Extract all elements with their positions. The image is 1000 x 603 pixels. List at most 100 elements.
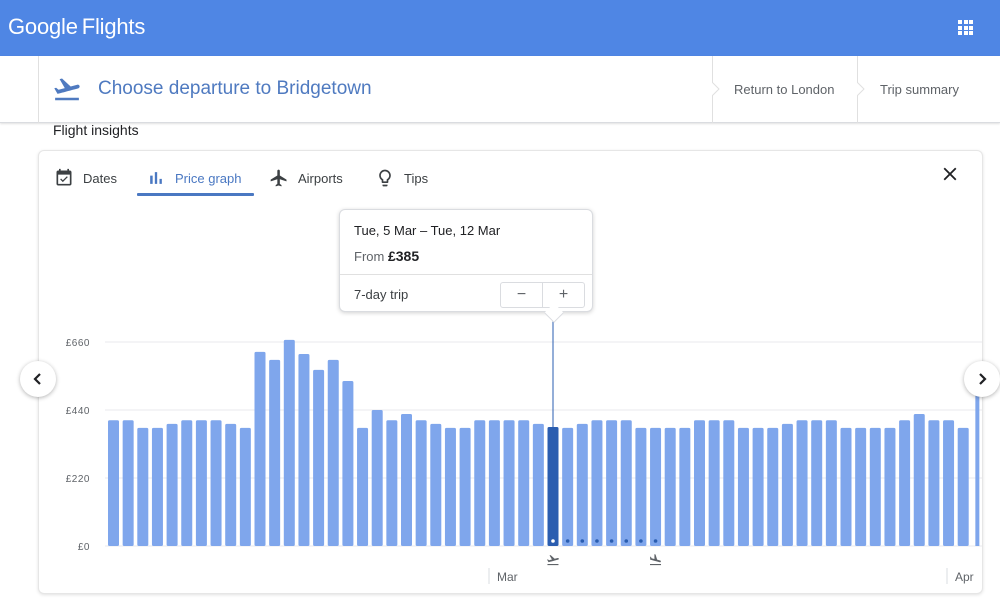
flight-takeoff-icon bbox=[54, 78, 80, 101]
tab-airports-label: Airports bbox=[298, 170, 343, 186]
price-bar[interactable] bbox=[591, 420, 603, 546]
price-bar[interactable] bbox=[975, 394, 980, 546]
price-bar[interactable] bbox=[327, 359, 339, 546]
logo-flights-text: Flights bbox=[81, 14, 146, 39]
price-bar[interactable] bbox=[752, 427, 764, 546]
price-bar[interactable] bbox=[210, 420, 222, 546]
chevron-left-icon bbox=[33, 373, 41, 385]
step-trip-summary[interactable]: Trip summary bbox=[857, 56, 1000, 123]
price-bar[interactable] bbox=[781, 423, 793, 546]
price-bar[interactable] bbox=[679, 427, 691, 546]
price-bar[interactable] bbox=[635, 427, 647, 546]
step-divider bbox=[38, 56, 39, 123]
trip-length-stepper: − + bbox=[500, 282, 585, 308]
tab-dates[interactable]: Dates bbox=[54, 161, 117, 195]
price-bar[interactable] bbox=[811, 420, 823, 546]
price-bar[interactable] bbox=[357, 427, 369, 546]
bar-chart-icon bbox=[150, 172, 162, 184]
price-bar[interactable] bbox=[723, 420, 735, 546]
price-bar[interactable] bbox=[401, 414, 412, 546]
booking-steps-bar: Choose departure to Bridgetown Return to… bbox=[0, 56, 1000, 123]
logo-google-text: Google bbox=[8, 14, 78, 39]
price-tooltip: Tue, 5 Mar – Tue, 12 Mar From £385 7-day… bbox=[339, 209, 593, 323]
price-bar[interactable] bbox=[430, 423, 442, 546]
price-bar-selected[interactable] bbox=[547, 427, 559, 546]
price-bar[interactable] bbox=[825, 420, 837, 546]
apps-grid-icon[interactable] bbox=[958, 20, 973, 35]
price-bar[interactable] bbox=[181, 420, 193, 546]
price-bar[interactable] bbox=[737, 427, 749, 546]
price-bar[interactable] bbox=[444, 427, 456, 546]
tab-dates-label: Dates bbox=[83, 170, 117, 186]
price-bar[interactable] bbox=[239, 427, 251, 546]
lightbulb-icon bbox=[379, 169, 391, 187]
price-bar[interactable] bbox=[650, 427, 662, 546]
tooltip-divider bbox=[340, 274, 592, 275]
tooltip-dates: Tue, 5 Mar – Tue, 12 Mar bbox=[354, 223, 501, 238]
price-bar[interactable] bbox=[869, 427, 881, 546]
price-bar[interactable] bbox=[884, 427, 896, 546]
tooltip-price-line: From £385 bbox=[354, 248, 419, 264]
price-bar[interactable] bbox=[518, 420, 530, 546]
price-bar[interactable] bbox=[122, 420, 134, 546]
price-bar[interactable] bbox=[488, 420, 500, 546]
price-bar[interactable] bbox=[957, 427, 969, 546]
tab-price-graph-label: Price graph bbox=[175, 170, 242, 186]
step-current-title: Choose departure to Bridgetown bbox=[98, 78, 372, 99]
calendar-check-icon bbox=[56, 168, 72, 186]
price-bar[interactable] bbox=[342, 380, 354, 546]
step-chevron-icon bbox=[857, 82, 865, 96]
price-bar[interactable] bbox=[928, 420, 940, 546]
google-flights-logo[interactable]: Google Flights bbox=[8, 14, 145, 40]
tooltip-from-label: From bbox=[354, 249, 385, 264]
next-dates-button[interactable] bbox=[964, 361, 1000, 397]
price-bar[interactable] bbox=[415, 420, 427, 546]
price-bar[interactable] bbox=[562, 427, 574, 546]
chevron-right-icon bbox=[979, 373, 987, 385]
price-bar[interactable] bbox=[855, 427, 867, 546]
close-icon bbox=[943, 167, 957, 181]
price-bar[interactable] bbox=[606, 420, 618, 546]
increase-trip-length-button[interactable]: + bbox=[543, 283, 584, 307]
price-bar[interactable] bbox=[913, 414, 925, 546]
price-bar[interactable] bbox=[269, 359, 281, 546]
price-bar[interactable] bbox=[386, 420, 398, 546]
tab-price-graph[interactable]: Price graph bbox=[146, 161, 241, 195]
price-bar[interactable] bbox=[137, 427, 149, 546]
close-insights-button[interactable] bbox=[939, 163, 961, 185]
decrease-trip-length-button[interactable]: − bbox=[501, 283, 543, 307]
price-bar[interactable] bbox=[796, 420, 808, 546]
price-bar[interactable] bbox=[371, 410, 383, 546]
price-bar[interactable] bbox=[283, 339, 295, 546]
price-bar[interactable] bbox=[151, 427, 163, 546]
previous-dates-button[interactable] bbox=[20, 361, 56, 397]
tab-airports[interactable]: Airports bbox=[269, 161, 343, 195]
price-bar[interactable] bbox=[459, 427, 471, 546]
price-bar[interactable] bbox=[708, 420, 720, 546]
insights-tabs: Dates Price graph Airports Tips bbox=[39, 151, 982, 197]
price-bar[interactable] bbox=[225, 423, 237, 546]
price-bar[interactable] bbox=[694, 420, 705, 546]
price-bar[interactable] bbox=[532, 423, 544, 546]
price-bar[interactable] bbox=[195, 420, 207, 546]
price-bar[interactable] bbox=[899, 420, 911, 546]
price-bar[interactable] bbox=[503, 420, 515, 546]
price-bar[interactable] bbox=[254, 351, 266, 546]
price-bar[interactable] bbox=[166, 423, 178, 546]
step-summary-label: Trip summary bbox=[880, 82, 959, 97]
step-return-to-london[interactable]: Return to London bbox=[712, 56, 858, 123]
price-bar[interactable] bbox=[576, 423, 588, 546]
price-bar[interactable] bbox=[840, 427, 852, 546]
price-bar[interactable] bbox=[664, 427, 676, 546]
price-bar[interactable] bbox=[767, 427, 779, 546]
price-bar[interactable] bbox=[474, 420, 486, 546]
tab-tips-label: Tips bbox=[404, 170, 429, 186]
price-bar[interactable] bbox=[108, 420, 119, 546]
step-return-label: Return to London bbox=[734, 82, 835, 97]
price-bar[interactable] bbox=[298, 354, 310, 546]
airplane-icon bbox=[270, 169, 287, 187]
tab-tips[interactable]: Tips bbox=[375, 161, 428, 195]
price-bar[interactable] bbox=[313, 369, 325, 546]
price-bar[interactable] bbox=[620, 420, 632, 546]
price-bar[interactable] bbox=[943, 420, 955, 546]
